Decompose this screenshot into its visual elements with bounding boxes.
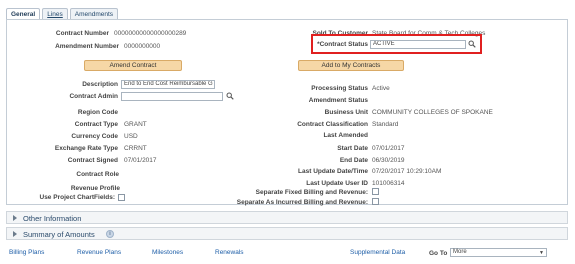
go-to-label: Go To xyxy=(429,250,448,257)
contract-status-label: *Contract Status xyxy=(317,41,368,48)
amendment-number-value: 0000000000 xyxy=(124,43,161,50)
last-update-datetime-value: 07/20/2017 10:29:10AM xyxy=(372,168,442,175)
contract-status-search-icon[interactable] xyxy=(467,40,476,49)
contract-role-label: Contract Role xyxy=(76,171,119,178)
exchange-rate-type-value: CRRNT xyxy=(124,145,147,152)
currency-code-label: Currency Code xyxy=(71,133,118,140)
sep-fixed-billing-checkbox[interactable] xyxy=(372,188,379,195)
revenue-profile-label: Revenue Profile xyxy=(70,185,120,192)
end-date-value: 06/30/2019 xyxy=(372,157,405,164)
description-label: Description xyxy=(82,81,118,88)
expand-triangle-icon xyxy=(13,231,17,237)
sep-incurred-billing-label: Separate As Incurred Billing and Revenue… xyxy=(236,199,368,206)
expand-triangle-icon xyxy=(13,215,17,221)
other-information-title: Other Information xyxy=(23,214,82,223)
supplemental-data-link[interactable]: Supplemental Data xyxy=(350,249,405,256)
use-project-chartfields-label: Use Project ChartFields: xyxy=(39,194,116,201)
last-update-datetime-label: Last Update Date/Time xyxy=(298,168,368,175)
tab-lines-label: Lines xyxy=(47,11,63,18)
contract-signed-label: Contract Signed xyxy=(67,157,118,164)
contract-classification-value: Standard xyxy=(372,121,399,128)
revenue-plans-link[interactable]: Revenue Plans xyxy=(77,249,121,256)
amend-contract-button[interactable]: Amend Contract xyxy=(84,60,182,71)
milestones-link[interactable]: Milestones xyxy=(152,249,183,256)
last-amended-label: Last Amended xyxy=(323,132,368,139)
sep-incurred-billing-checkbox[interactable] xyxy=(372,198,379,205)
contract-signed-value: 07/01/2017 xyxy=(124,157,157,164)
contract-type-label: Contract Type xyxy=(74,121,118,128)
contract-admin-label: Contract Admin xyxy=(69,93,118,100)
summary-of-amounts-title: Summary of Amounts xyxy=(23,230,95,239)
processing-status-value: Active xyxy=(372,85,390,92)
currency-code-value: USD xyxy=(124,133,138,140)
contract-number-value: 00000000000000000289 xyxy=(114,30,187,37)
last-update-user-label: Last Update User ID xyxy=(306,180,368,187)
business-unit-label: Business Unit xyxy=(324,109,368,116)
chevron-down-icon: ▼ xyxy=(539,250,544,256)
amendment-status-label: Amendment Status xyxy=(308,97,368,104)
business-unit-value: COMMUNITY COLLEGES OF SPOKANE xyxy=(372,109,493,116)
billing-plans-link[interactable]: Billing Plans xyxy=(9,249,44,256)
processing-status-label: Processing Status xyxy=(311,85,368,92)
info-icon[interactable]: i xyxy=(106,230,114,238)
go-to-select-value: More xyxy=(453,249,467,255)
contract-admin-search-icon[interactable] xyxy=(225,92,234,101)
exchange-rate-type-label: Exchange Rate Type xyxy=(54,145,118,152)
other-information-section[interactable]: Other Information xyxy=(6,211,568,224)
summary-of-amounts-section[interactable]: Summary of Amounts i xyxy=(6,227,568,240)
description-input[interactable]: End to End Cost Reimbursable G xyxy=(121,80,215,89)
renewals-link[interactable]: Renewals xyxy=(215,249,244,256)
contract-status-input[interactable]: ACTIVE xyxy=(370,40,466,49)
sep-fixed-billing-label: Separate Fixed Billing and Revenue: xyxy=(255,189,368,196)
contract-admin-input[interactable] xyxy=(121,92,223,101)
start-date-label: Start Date xyxy=(337,145,368,152)
amendment-number-label: Amendment Number xyxy=(55,43,119,50)
start-date-value: 07/01/2017 xyxy=(372,145,405,152)
add-to-my-contracts-button[interactable]: Add to My Contracts xyxy=(298,60,404,71)
use-project-chartfields-checkbox[interactable] xyxy=(118,194,125,201)
contract-type-value: GRANT xyxy=(124,121,147,128)
region-code-label: Region Code xyxy=(77,109,118,116)
contract-classification-label: Contract Classification xyxy=(297,121,368,128)
last-update-user-value: 101006314 xyxy=(372,180,405,187)
contract-number-label: Contract Number xyxy=(55,30,109,37)
go-to-select[interactable]: More ▼ xyxy=(450,248,547,257)
end-date-label: End Date xyxy=(339,157,368,164)
